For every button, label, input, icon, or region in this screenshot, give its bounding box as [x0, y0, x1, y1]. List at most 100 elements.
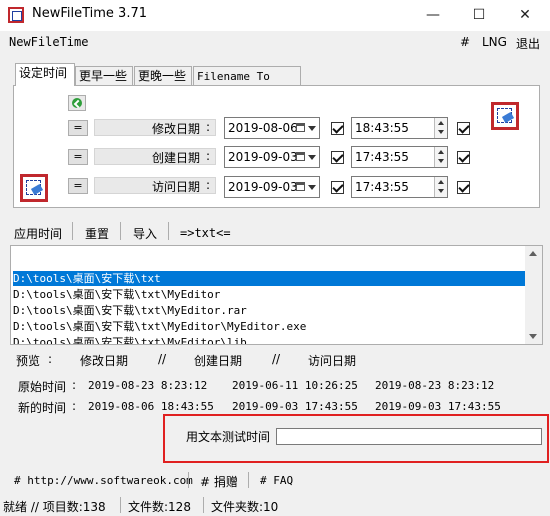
- spin-down-icon[interactable]: [434, 128, 447, 138]
- spin-up-icon[interactable]: [434, 147, 447, 157]
- status-folder-count: 文件夹数:10: [211, 500, 279, 514]
- donate-link[interactable]: # 捐赠: [200, 473, 238, 490]
- menu-exit[interactable]: 退出: [516, 35, 540, 52]
- separator: [248, 472, 249, 488]
- list-item[interactable]: D:\tools\桌面\安下载\txt: [13, 271, 526, 286]
- menu-language[interactable]: LNG: [482, 35, 507, 49]
- header-created: 创建日期: [194, 354, 243, 368]
- copy-created-button[interactable]: =: [68, 149, 88, 165]
- colon: :: [72, 378, 77, 392]
- separator: [120, 497, 121, 513]
- scroll-up-icon[interactable]: [529, 251, 537, 256]
- modified-date-picker[interactable]: 2019-08-06: [224, 117, 320, 139]
- calendar-icon: [296, 152, 305, 161]
- created-date-checkbox[interactable]: [331, 151, 344, 164]
- preview-label: 预览: [16, 354, 41, 368]
- tab-filename-to-time[interactable]: Filename To Time: [193, 66, 301, 102]
- status-ready: 就绪 // 项目数:138: [3, 500, 106, 514]
- file-time-icon[interactable]: [20, 174, 48, 202]
- accessed-label: 访问日期: [152, 180, 201, 194]
- new-created-value: 2019-09-03 17:43:55: [232, 400, 358, 413]
- modified-time-checkbox[interactable]: [457, 122, 470, 135]
- refresh-green-icon[interactable]: [68, 95, 86, 111]
- status-file-count: 文件数:128: [128, 500, 191, 514]
- original-accessed-value: 2019-08-23 8:23:12: [375, 379, 495, 392]
- list-item[interactable]: D:\tools\桌面\安下载\txt\MyEditor\lib: [13, 335, 526, 344]
- faq-link[interactable]: # FAQ: [260, 474, 293, 487]
- chevron-down-icon[interactable]: [308, 126, 316, 131]
- separator: [72, 222, 73, 240]
- accessed-date-picker[interactable]: 2019-09-03: [224, 176, 320, 198]
- maximize-button[interactable]: ☐: [456, 0, 502, 31]
- app-calendar-icon[interactable]: [491, 102, 519, 130]
- accessed-time-checkbox[interactable]: [457, 181, 470, 194]
- separator: //: [272, 352, 281, 366]
- test-time-label: 用文本测试时间: [186, 430, 271, 444]
- calendar-icon: [296, 123, 305, 132]
- created-date-value: 2019-09-03: [228, 150, 298, 164]
- reset-button[interactable]: 重置: [85, 225, 109, 242]
- list-item[interactable]: D:\tools\桌面\安下载\txt\MyEditor.rar: [13, 303, 526, 318]
- modified-date-checkbox[interactable]: [331, 122, 344, 135]
- chevron-down-icon[interactable]: [308, 185, 316, 190]
- modified-date-value: 2019-08-06: [228, 121, 298, 135]
- tab-later[interactable]: 更晚一些: [134, 66, 192, 85]
- scroll-down-icon[interactable]: [529, 334, 537, 339]
- file-list[interactable]: D:\tools\桌面\安下载\txt D:\tools\桌面\安下载\txt\…: [10, 245, 543, 345]
- colon: :: [48, 352, 53, 366]
- new-accessed-value: 2019-09-03 17:43:55: [375, 400, 501, 413]
- calendar-icon: [296, 182, 305, 191]
- accessed-time-picker[interactable]: 17:43:55: [351, 176, 448, 198]
- modified-time-value: 18:43:55: [355, 121, 409, 135]
- separator: [188, 472, 189, 488]
- close-button[interactable]: ✕: [502, 0, 548, 31]
- new-time-label: 新的时间: [18, 401, 67, 415]
- minimize-button[interactable]: —: [410, 0, 456, 31]
- tab-set-time[interactable]: 设定时间: [15, 63, 75, 86]
- separator: //: [158, 352, 167, 366]
- colon: :: [72, 399, 77, 413]
- new-modified-value: 2019-08-06 18:43:55: [88, 400, 214, 413]
- accessed-time-value: 17:43:55: [355, 180, 409, 194]
- spin-down-icon[interactable]: [434, 157, 447, 167]
- colon: :: [206, 178, 211, 192]
- list-item[interactable]: D:\tools\桌面\安下载\txt\MyEditor\MyEditor.ex…: [13, 319, 526, 334]
- window-title: NewFileTime 3.71: [32, 6, 148, 21]
- modified-label: 修改日期: [152, 122, 201, 136]
- list-item[interactable]: D:\tools\桌面\安下载\txt\MyEditor: [13, 287, 526, 302]
- created-time-checkbox[interactable]: [457, 151, 470, 164]
- colon: :: [206, 120, 211, 134]
- accessed-date-checkbox[interactable]: [331, 181, 344, 194]
- import-button[interactable]: 导入: [133, 225, 157, 242]
- menu-hash[interactable]: #: [460, 35, 470, 49]
- menu-app-name[interactable]: NewFileTime: [9, 35, 88, 49]
- spin-up-icon[interactable]: [434, 118, 447, 128]
- spin-down-icon[interactable]: [434, 187, 447, 197]
- test-time-input[interactable]: [276, 428, 542, 445]
- created-time-value: 17:43:55: [355, 150, 409, 164]
- header-modified: 修改日期: [80, 354, 129, 368]
- website-link[interactable]: # http://www.softwareok.com: [14, 474, 193, 487]
- original-modified-value: 2019-08-23 8:23:12: [88, 379, 208, 392]
- original-created-value: 2019-06-11 10:26:25: [232, 379, 358, 392]
- created-time-picker[interactable]: 17:43:55: [351, 146, 448, 168]
- separator: [120, 222, 121, 240]
- created-date-picker[interactable]: 2019-09-03: [224, 146, 320, 168]
- copy-modified-button[interactable]: =: [68, 120, 88, 136]
- created-label: 创建日期: [152, 151, 201, 165]
- accessed-date-value: 2019-09-03: [228, 180, 298, 194]
- spin-up-icon[interactable]: [434, 177, 447, 187]
- modified-time-picker[interactable]: 18:43:55: [351, 117, 448, 139]
- copy-accessed-button[interactable]: =: [68, 178, 88, 194]
- header-accessed: 访问日期: [308, 354, 357, 368]
- chevron-down-icon[interactable]: [308, 155, 316, 160]
- app-logo-icon: [8, 7, 24, 23]
- tab-earlier[interactable]: 更早一些: [75, 66, 133, 85]
- original-time-label: 原始时间: [18, 380, 67, 394]
- vertical-scrollbar[interactable]: [525, 246, 542, 344]
- separator: [203, 497, 204, 513]
- convert-txt-button[interactable]: =>txt<=: [180, 226, 231, 240]
- apply-time-button[interactable]: 应用时间: [14, 225, 62, 242]
- colon: :: [206, 149, 211, 163]
- separator: [168, 222, 169, 240]
